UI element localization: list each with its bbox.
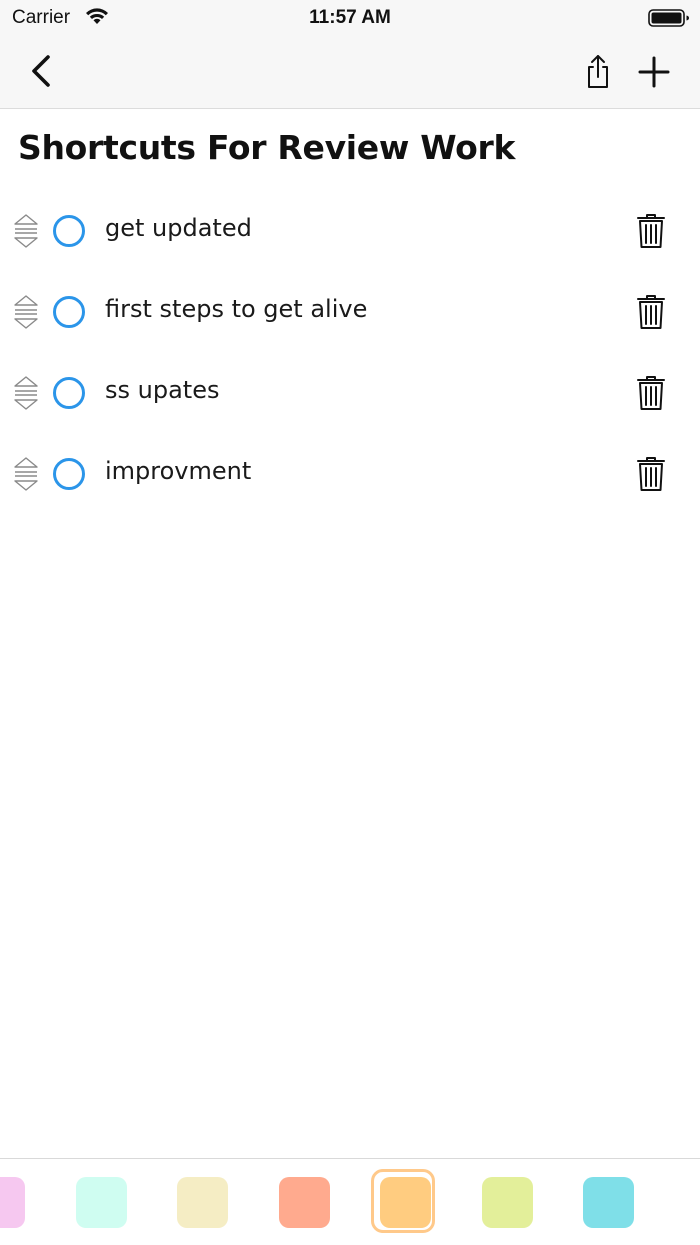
color-swatch-selected[interactable] <box>380 1177 431 1228</box>
drag-handle-icon[interactable] <box>12 374 40 412</box>
task-label[interactable]: ss upates <box>105 376 219 404</box>
task-checkbox[interactable] <box>53 296 85 328</box>
task-label[interactable]: get updated <box>105 214 252 242</box>
drag-handle-icon[interactable] <box>12 455 40 493</box>
color-swatch[interactable] <box>583 1177 634 1228</box>
back-button[interactable] <box>26 50 60 94</box>
trash-icon <box>637 376 665 410</box>
status-bar: Carrier 11:57 AM <box>0 0 700 36</box>
plus-icon <box>638 56 670 88</box>
share-button[interactable] <box>578 50 618 94</box>
task-row: get updated <box>0 190 700 271</box>
color-swatch[interactable] <box>76 1177 127 1228</box>
task-row: improvment <box>0 433 700 514</box>
delete-button[interactable] <box>634 212 668 250</box>
task-checkbox[interactable] <box>53 215 85 247</box>
delete-button[interactable] <box>634 455 668 493</box>
trash-icon <box>637 295 665 329</box>
drag-handle-icon[interactable] <box>12 293 40 331</box>
delete-button[interactable] <box>634 293 668 331</box>
navigation-bar <box>0 36 700 109</box>
clock: 11:57 AM <box>309 7 391 28</box>
color-palette <box>0 1158 700 1245</box>
task-checkbox[interactable] <box>53 377 85 409</box>
share-icon <box>588 55 608 88</box>
color-swatch[interactable] <box>0 1177 25 1228</box>
task-label[interactable]: improvment <box>105 457 251 485</box>
page-title: Shortcuts For Review Work <box>18 128 516 167</box>
add-button[interactable] <box>632 50 676 94</box>
battery-icon <box>648 9 689 27</box>
task-row: first steps to get alive <box>0 271 700 352</box>
chevron-left-icon <box>32 55 50 87</box>
drag-handle-icon[interactable] <box>12 212 40 250</box>
color-swatch[interactable] <box>482 1177 533 1228</box>
task-checkbox[interactable] <box>53 458 85 490</box>
task-label[interactable]: first steps to get alive <box>105 295 367 323</box>
task-row: ss upates <box>0 352 700 433</box>
color-swatch[interactable] <box>279 1177 330 1228</box>
color-swatch[interactable] <box>177 1177 228 1228</box>
trash-icon <box>637 214 665 248</box>
trash-icon <box>637 457 665 491</box>
task-list: get updated first steps to get alive ss … <box>0 190 700 514</box>
delete-button[interactable] <box>634 374 668 412</box>
